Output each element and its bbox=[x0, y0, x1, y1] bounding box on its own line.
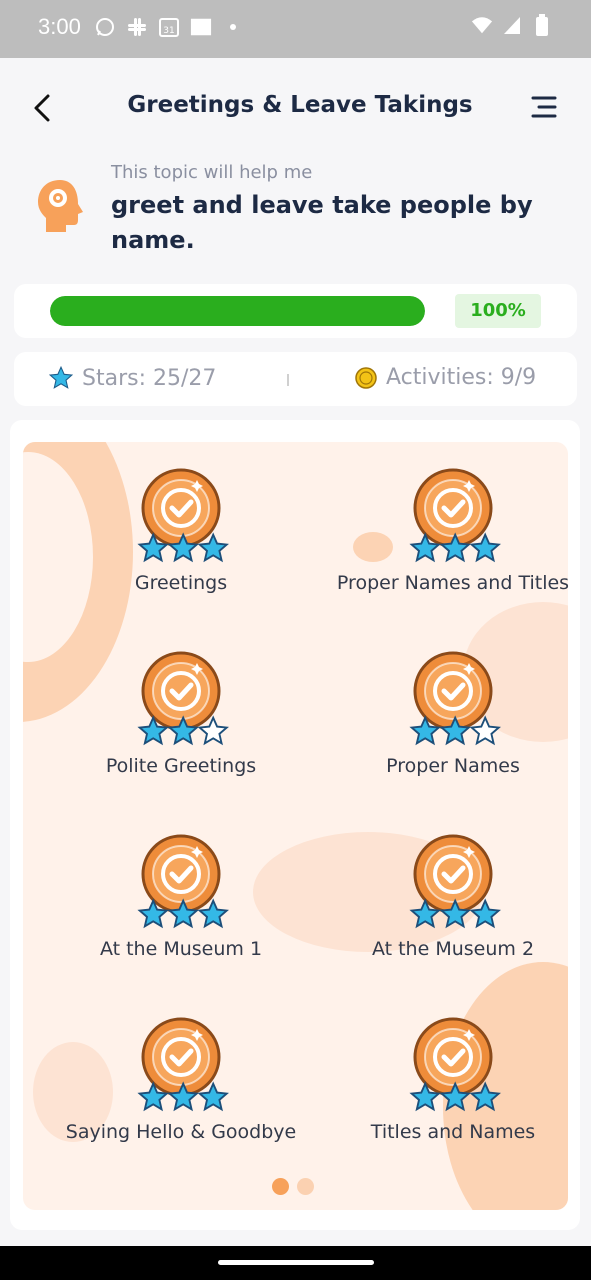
home-handle[interactable] bbox=[218, 1260, 374, 1265]
page-title: Greetings & Leave Takings bbox=[127, 92, 473, 118]
medal-icon bbox=[409, 468, 501, 563]
status-bar: 3:00 31 bbox=[0, 0, 591, 58]
intro-subtitle: This topic will help me bbox=[111, 162, 313, 183]
wifi-icon bbox=[471, 14, 493, 36]
page-indicator bbox=[272, 1178, 314, 1195]
activity-badge[interactable]: Polite Greetings bbox=[46, 649, 306, 819]
stats-divider bbox=[287, 374, 289, 386]
medal-icon bbox=[137, 468, 229, 563]
stats-card: Stars: 25/27 Activities: 9/9 bbox=[14, 352, 577, 406]
stars-count: Stars: 25/27 bbox=[82, 365, 217, 391]
activity-label: At the Museum 2 bbox=[371, 938, 535, 960]
battery-icon bbox=[531, 14, 553, 36]
system-nav-bar bbox=[0, 1246, 591, 1280]
activity-badge[interactable]: At the Museum 2 bbox=[318, 832, 578, 1002]
activities-card: Greetings Proper Names and Titles Polite G… bbox=[10, 420, 580, 1230]
slack-icon bbox=[126, 16, 148, 38]
calendar-icon: 31 bbox=[158, 16, 180, 38]
activity-badge[interactable]: Titles and Names bbox=[318, 1015, 578, 1185]
more-notifications-dot-icon bbox=[222, 16, 244, 38]
activity-label: Titles and Names bbox=[370, 1121, 536, 1143]
whatsapp-icon bbox=[94, 16, 116, 38]
brain-head-icon bbox=[36, 178, 86, 234]
status-time: 3:00 bbox=[38, 14, 81, 39]
signal-icon bbox=[501, 14, 523, 36]
medal-icon bbox=[409, 651, 501, 746]
chevron-left-icon bbox=[34, 94, 50, 122]
topic-intro: This topic will help me greet and leave … bbox=[0, 158, 591, 268]
star-icon bbox=[48, 365, 74, 389]
activity-label: Proper Names and Titles bbox=[336, 572, 570, 594]
medal-icon bbox=[137, 834, 229, 929]
activity-label: At the Museum 1 bbox=[99, 938, 263, 960]
activities-count: Activities: 9/9 bbox=[386, 365, 537, 390]
activity-badge[interactable]: Proper Names bbox=[318, 649, 578, 819]
medal-icon bbox=[137, 1017, 229, 1112]
page-dot-2[interactable] bbox=[297, 1178, 314, 1195]
activity-label: Greetings bbox=[134, 572, 228, 594]
app-notification-icon bbox=[190, 16, 212, 38]
medal-icon bbox=[137, 651, 229, 746]
medal-icon bbox=[409, 1017, 501, 1112]
activity-badge[interactable]: At the Museum 1 bbox=[46, 832, 306, 1002]
back-button[interactable] bbox=[28, 90, 60, 126]
medal-icon bbox=[409, 834, 501, 929]
activity-badge[interactable]: Greetings bbox=[46, 466, 306, 636]
activity-label: Polite Greetings bbox=[105, 755, 257, 777]
progress-percent: 100% bbox=[455, 294, 541, 328]
stars-stat: Stars: 25/27 bbox=[48, 365, 216, 391]
activities-stat: Activities: 9/9 bbox=[354, 365, 536, 390]
activity-label: Proper Names bbox=[386, 755, 520, 777]
menu-button[interactable] bbox=[529, 94, 557, 120]
activity-label: Saying Hello & Goodbye bbox=[65, 1121, 297, 1143]
intro-goal: greet and leave take people by name. bbox=[111, 191, 533, 254]
progress-bar-fill bbox=[50, 296, 425, 326]
page-dot-1[interactable] bbox=[272, 1178, 289, 1195]
activity-badge[interactable]: Saying Hello & Goodbye bbox=[46, 1015, 306, 1185]
top-app-bar: Greetings & Leave Takings bbox=[0, 58, 591, 158]
svg-text:31: 31 bbox=[163, 26, 174, 36]
progress-card: 100% bbox=[14, 284, 577, 338]
activity-badge[interactable]: Proper Names and Titles bbox=[318, 466, 578, 636]
menu-icon bbox=[531, 96, 557, 118]
coin-icon bbox=[355, 366, 377, 389]
progress-bar bbox=[50, 296, 425, 326]
